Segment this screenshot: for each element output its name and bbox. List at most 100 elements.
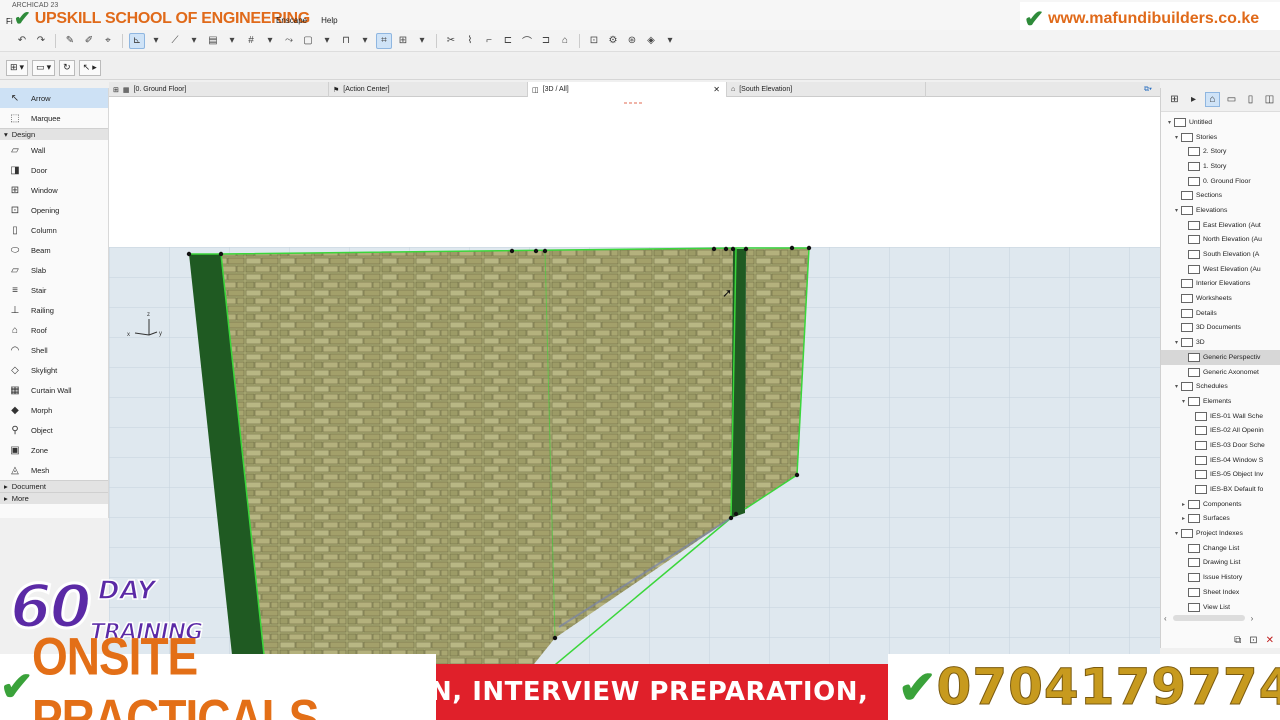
tab-south-elevation[interactable]: ⌂ [South Elevation]	[727, 82, 926, 97]
inject-icon[interactable]: ✐	[81, 33, 97, 49]
tree-item[interactable]: IES-05 Object Inv	[1161, 468, 1280, 483]
align-icon[interactable]: ⊡	[586, 33, 602, 49]
dropdown-icon[interactable]: ▾	[186, 33, 202, 49]
tool-curtain-wall[interactable]: ▦ Curtain Wall	[0, 380, 108, 400]
chevron-icon[interactable]: ▸	[1179, 501, 1188, 508]
tool-mesh[interactable]: ◬ Mesh	[0, 460, 108, 480]
tool-column[interactable]: ▯ Column	[0, 220, 108, 240]
chevron-icon[interactable]: ▾	[1172, 383, 1181, 390]
tool-zone[interactable]: ▣ Zone	[0, 440, 108, 460]
offset-icon[interactable]: ⊐	[538, 33, 554, 49]
dropdown-icon[interactable]: ▾	[319, 33, 335, 49]
tool-skylight[interactable]: ◇ Skylight	[0, 360, 108, 380]
arrow-tool-box[interactable]: ↖ ▸	[78, 59, 101, 76]
rotate-method-box[interactable]: ↻	[59, 59, 75, 76]
group-design-header[interactable]: ▾ Design	[0, 128, 108, 140]
tree-item[interactable]: ▾ 3D	[1161, 335, 1280, 350]
layers-icon[interactable]: ▤	[205, 33, 221, 49]
pick-up-icon[interactable]: ✎	[62, 33, 78, 49]
selection-settings-box[interactable]: ⊞ ▾	[6, 59, 29, 76]
tree-item[interactable]: IES-01 Wall Sche	[1161, 409, 1280, 424]
tree-item[interactable]: Issue History	[1161, 570, 1280, 585]
teamwork-icon[interactable]: ⊛	[624, 33, 640, 49]
chevron-icon[interactable]: ▾	[1165, 119, 1174, 126]
tool-door[interactable]: ◨ Door	[0, 160, 108, 180]
tool-arrow[interactable]: ↖ Arrow	[0, 88, 108, 108]
lock-icon[interactable]: ⊓	[338, 33, 354, 49]
tree-item[interactable]: North Elevation (Au	[1161, 233, 1280, 248]
tool-roof[interactable]: ⌂ Roof	[0, 320, 108, 340]
dropdown-icon[interactable]: ▾	[262, 33, 278, 49]
dropdown-icon[interactable]: ▾	[224, 33, 240, 49]
tool-slab[interactable]: ▱ Slab	[0, 260, 108, 280]
trace-icon[interactable]: ⟋	[167, 33, 183, 49]
snap-icon[interactable]: ⤳	[281, 33, 297, 49]
tree-item[interactable]: Sections	[1161, 188, 1280, 203]
menu-enscape[interactable]: Enscape	[276, 16, 307, 25]
chevron-right-icon[interactable]: ›	[1251, 614, 1254, 623]
geometry-method-box[interactable]: ▭ ▾	[32, 59, 56, 76]
scissors-icon[interactable]: ✂	[443, 33, 459, 49]
tree-item[interactable]: 2. Story	[1161, 144, 1280, 159]
tree-item[interactable]: 3D Documents	[1161, 321, 1280, 336]
tree-item[interactable]: ▾ Elements	[1161, 394, 1280, 409]
tab-action-center[interactable]: ⚑ [Action Center]	[329, 82, 528, 97]
tree-item[interactable]: Interior Elevations	[1161, 277, 1280, 292]
chevron-icon[interactable]: ▸	[1179, 515, 1188, 522]
tool-window[interactable]: ⊞ Window	[0, 180, 108, 200]
tree-item[interactable]: South Elevation (A	[1161, 247, 1280, 262]
tab-ground-floor[interactable]: ⊞ ▦ [0. Ground Floor]	[109, 82, 329, 97]
publish-icon[interactable]: ◈	[643, 33, 659, 49]
chevron-icon[interactable]: ▾	[1172, 207, 1181, 214]
tree-item[interactable]: IES-04 Window S	[1161, 453, 1280, 468]
clone-icon[interactable]: ⧉	[1234, 635, 1241, 646]
tree-item[interactable]: ▸ Surfaces	[1161, 512, 1280, 527]
tree-item[interactable]: West Elevation (Au	[1161, 262, 1280, 277]
tree-item[interactable]: ▾ Project Indexes	[1161, 526, 1280, 541]
tree-item[interactable]: East Elevation (Aut	[1161, 218, 1280, 233]
box-icon[interactable]: ▢	[300, 33, 316, 49]
tree-item[interactable]: Change List	[1161, 541, 1280, 556]
tool-opening[interactable]: ⊡ Opening	[0, 200, 108, 220]
tool-beam[interactable]: ⬭ Beam	[0, 240, 108, 260]
settings-icon[interactable]: ⚙	[605, 33, 621, 49]
tree-item[interactable]: ▸ Components	[1161, 497, 1280, 512]
navigator-options-icon[interactable]: ⊞	[1167, 92, 1182, 107]
tool-morph[interactable]: ◆ Morph	[0, 400, 108, 420]
tree-item[interactable]: ▾ Stories	[1161, 130, 1280, 145]
tool-object[interactable]: ⚲ Object	[0, 420, 108, 440]
tree-item[interactable]: Sheet Index	[1161, 585, 1280, 600]
navigator-scrollbar[interactable]: ‹ ›	[1160, 612, 1280, 624]
tab-list-icon[interactable]: ⧉▾	[1144, 86, 1152, 94]
scroll-track[interactable]	[1172, 615, 1245, 621]
tool-wall[interactable]: ▱ Wall	[0, 140, 108, 160]
publisher-icon[interactable]: ◫	[1262, 92, 1277, 107]
undo-icon[interactable]: ↶	[14, 33, 30, 49]
tree-item[interactable]: Drawing List	[1161, 556, 1280, 571]
tree-item[interactable]: ▾ Untitled	[1161, 115, 1280, 130]
tree-item[interactable]: 1. Story	[1161, 159, 1280, 174]
tree-item[interactable]: Generic Perspectiv	[1161, 350, 1280, 365]
dropdown-icon[interactable]: ▾	[414, 33, 430, 49]
fillet-icon[interactable]: ⌒	[519, 33, 535, 49]
dropdown-icon[interactable]: ▾	[662, 33, 678, 49]
suspend-groups-icon[interactable]: ⌗	[376, 32, 392, 49]
chevron-icon[interactable]: ▾	[1179, 398, 1188, 405]
chevron-right-icon[interactable]: ▸	[1186, 92, 1201, 107]
adjust-icon[interactable]: ⌐	[481, 33, 497, 49]
tree-item[interactable]: IES-03 Door Sche	[1161, 438, 1280, 453]
tool-railing[interactable]: ⊥ Railing	[0, 300, 108, 320]
tree-item[interactable]: ▾ Schedules	[1161, 379, 1280, 394]
chevron-icon[interactable]: ▾	[1172, 134, 1181, 141]
element-info-icon[interactable]: ⊞	[395, 33, 411, 49]
tree-item[interactable]: Details	[1161, 306, 1280, 321]
dropdown-icon[interactable]: ▾	[357, 33, 373, 49]
chevron-left-icon[interactable]: ‹	[1164, 614, 1167, 623]
grid-icon[interactable]: #	[243, 33, 259, 49]
chevron-icon[interactable]: ▾	[1172, 339, 1181, 346]
tool-shell[interactable]: ◠ Shell	[0, 340, 108, 360]
dropdown-icon[interactable]: ▾	[148, 33, 164, 49]
intersect-icon[interactable]: ⊏	[500, 33, 516, 49]
layout-book-icon[interactable]: ▯	[1243, 92, 1258, 107]
menu-help[interactable]: Help	[321, 16, 337, 25]
